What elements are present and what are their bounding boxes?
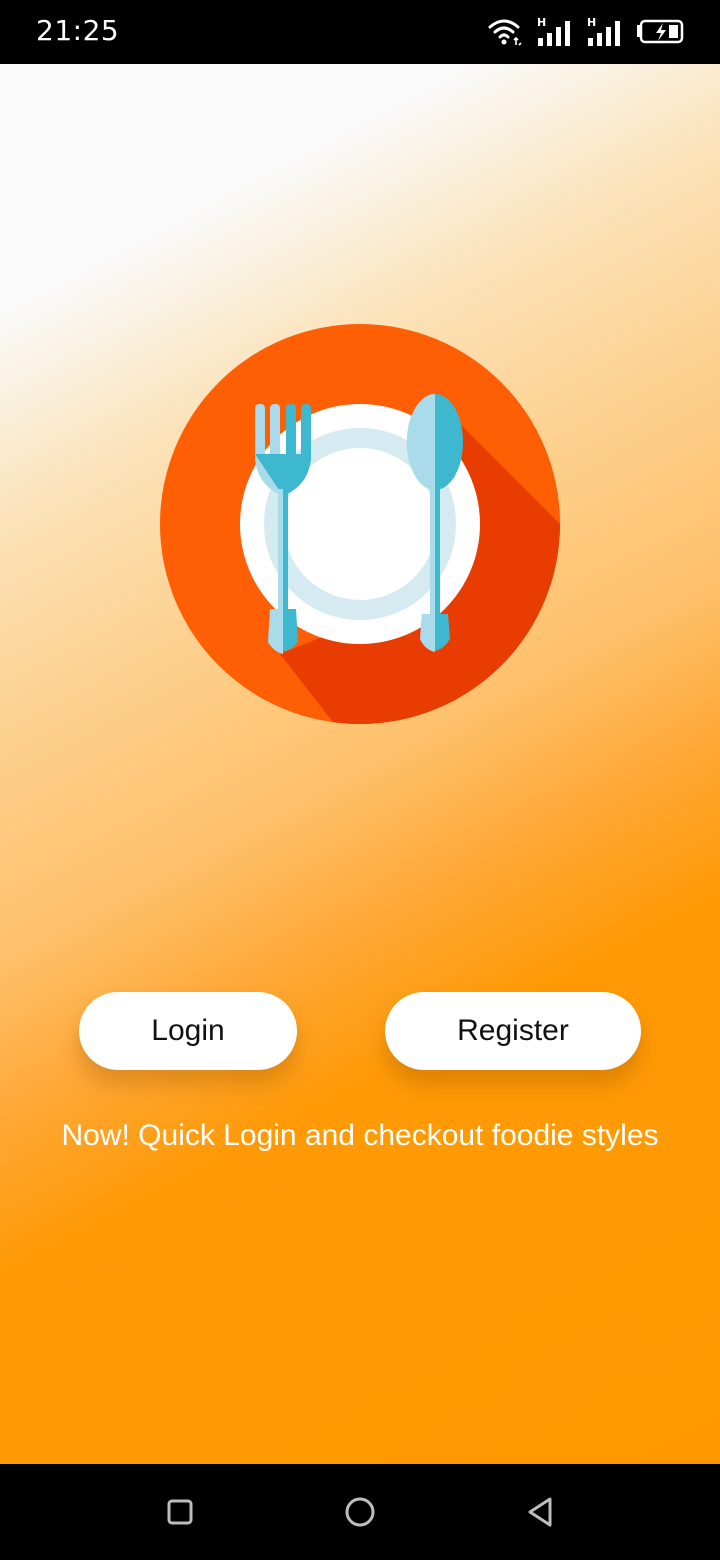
signal-h-icon: H — [586, 17, 622, 47]
recent-apps-icon[interactable] — [156, 1488, 204, 1536]
svg-text:H: H — [587, 17, 596, 29]
signal-h-icon: H — [536, 17, 572, 47]
status-bar: 21:25 H H — [0, 0, 720, 64]
battery-charging-icon — [636, 19, 684, 45]
content-area: Login Register Now! Quick Login and chec… — [0, 64, 720, 1464]
status-time: 21:25 — [36, 14, 120, 47]
screen: 21:25 H H Login Register Now! Quick Logi… — [0, 0, 720, 1560]
login-button[interactable]: Login — [79, 992, 297, 1070]
navigation-bar — [0, 1464, 720, 1560]
back-icon[interactable] — [516, 1488, 564, 1536]
register-button[interactable]: Register — [385, 992, 641, 1070]
wifi-icon — [488, 17, 522, 47]
status-icons: H H — [488, 16, 684, 48]
home-icon[interactable] — [336, 1488, 384, 1536]
tagline: Now! Quick Login and checkout foodie sty… — [61, 1119, 659, 1152]
plate-fork-spoon-icon — [160, 324, 560, 724]
svg-text:H: H — [537, 17, 546, 29]
